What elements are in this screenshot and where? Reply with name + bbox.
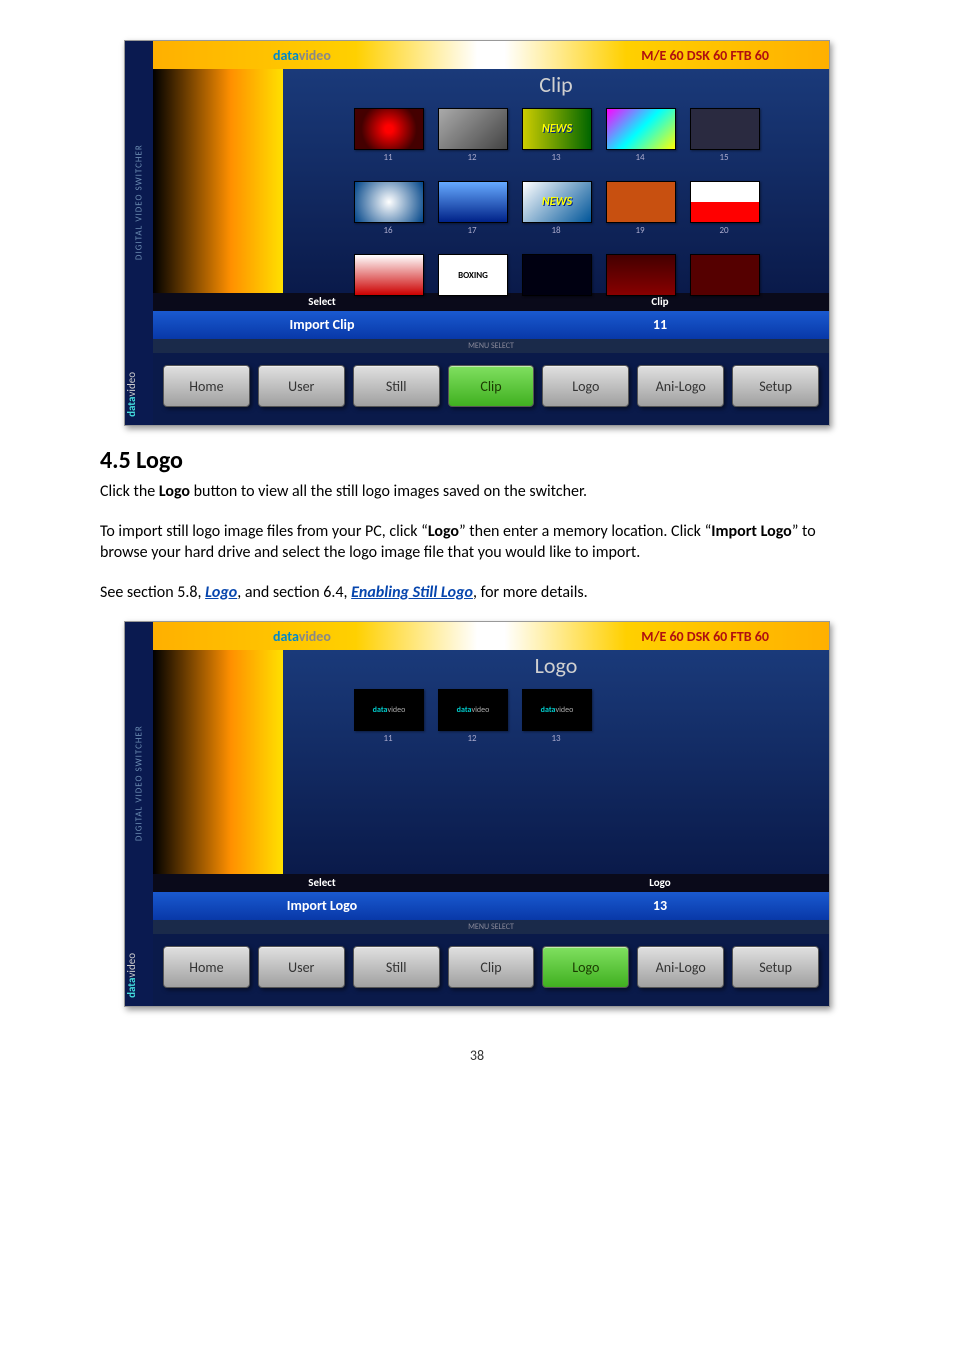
logo-thumb[interactable]: datavideo11: [354, 689, 422, 744]
paragraph-1: Click the Logo button to view all the st…: [100, 481, 854, 503]
import-button-label[interactable]: Import Logo: [153, 892, 491, 920]
paragraph-3: See section 5.8, Logo, and section 6.4, …: [100, 582, 854, 604]
clip-button[interactable]: Clip: [448, 365, 535, 407]
clip-thumb[interactable]: 11: [354, 108, 422, 163]
paragraph-2: To import still logo image files from yo…: [100, 521, 854, 564]
clip-thumb[interactable]: 15: [690, 108, 758, 163]
sidebar-label: DIGITAL VIDEO SWITCHER: [125, 41, 153, 364]
thumbnail-grid: datavideo11 datavideo12 datavideo13: [354, 685, 758, 752]
clip-thumb[interactable]: 20: [690, 181, 758, 236]
clip-thumb[interactable]: 17: [438, 181, 506, 236]
import-button-label[interactable]: Import Clip: [153, 311, 491, 339]
ani-logo-button[interactable]: Ani-Logo: [637, 365, 724, 407]
brand-logo: datavideo: [273, 628, 331, 645]
gradient-panel: [153, 69, 283, 293]
sidebar-brand: datavideo: [125, 945, 153, 1006]
section-heading: 4.5 Logo: [100, 446, 854, 475]
home-button[interactable]: Home: [163, 365, 250, 407]
import-value[interactable]: 11: [491, 311, 829, 339]
menu-select-label: MENU SELECT: [153, 920, 829, 934]
link-enabling-still-logo[interactable]: Enabling Still Logo: [351, 583, 473, 602]
user-button[interactable]: User: [258, 365, 345, 407]
menu-buttons: HomeUserStillClipLogoAni-LogoSetup: [153, 934, 829, 1006]
logo-thumb[interactable]: datavideo12: [438, 689, 506, 744]
still-button[interactable]: Still: [353, 365, 440, 407]
menu-buttons: HomeUserStillClipLogoAni-LogoSetup: [153, 353, 829, 425]
import-row[interactable]: Import Logo 13: [153, 892, 829, 920]
clip-button[interactable]: Clip: [448, 946, 535, 988]
thumbnail-grid: 1112NEWS1314151617NEWS18192021BOXING2223…: [354, 104, 758, 317]
page-number: 38: [100, 1047, 854, 1064]
ani-logo-button[interactable]: Ani-Logo: [637, 946, 724, 988]
link-logo[interactable]: Logo: [205, 583, 237, 602]
clip-thumb[interactable]: 16: [354, 181, 422, 236]
import-row[interactable]: Import Clip 11: [153, 311, 829, 339]
top-banner: datavideo M/E 60 DSK 60 FTB 60: [153, 622, 829, 650]
sidebar-label: DIGITAL VIDEO SWITCHER: [125, 622, 153, 945]
select-label: Select: [153, 874, 491, 892]
gradient-panel: [153, 650, 283, 874]
logo-button[interactable]: Logo: [542, 946, 629, 988]
section-title: Clip: [539, 69, 572, 104]
sidebar-brand: datavideo: [125, 364, 153, 425]
still-button[interactable]: Still: [353, 946, 440, 988]
logo-button[interactable]: Logo: [542, 365, 629, 407]
clip-thumb[interactable]: NEWS18: [522, 181, 590, 236]
logo-screenshot: DIGITAL VIDEO SWITCHER datavideo datavid…: [124, 621, 830, 1007]
top-banner: datavideo M/E 60 DSK 60 FTB 60: [153, 41, 829, 69]
clip-screenshot: DIGITAL VIDEO SWITCHER datavideo datavid…: [124, 40, 830, 426]
user-button[interactable]: User: [258, 946, 345, 988]
clip-thumb[interactable]: 14: [606, 108, 674, 163]
type-label: Logo: [491, 874, 829, 892]
setup-button[interactable]: Setup: [732, 365, 819, 407]
label-row: Select Logo: [153, 874, 829, 892]
home-button[interactable]: Home: [163, 946, 250, 988]
clip-thumb[interactable]: NEWS13: [522, 108, 590, 163]
clip-thumb[interactable]: 19: [606, 181, 674, 236]
status-text: M/E 60 DSK 60 FTB 60: [641, 47, 769, 64]
brand-logo: datavideo: [273, 47, 331, 64]
section-title: Logo: [535, 650, 578, 685]
sidebar: DIGITAL VIDEO SWITCHER datavideo: [125, 622, 153, 1006]
import-value[interactable]: 13: [491, 892, 829, 920]
setup-button[interactable]: Setup: [732, 946, 819, 988]
clip-thumb[interactable]: 12: [438, 108, 506, 163]
status-text: M/E 60 DSK 60 FTB 60: [641, 628, 769, 645]
sidebar: DIGITAL VIDEO SWITCHER datavideo: [125, 41, 153, 425]
menu-select-label: MENU SELECT: [153, 339, 829, 353]
logo-thumb[interactable]: datavideo13: [522, 689, 590, 744]
